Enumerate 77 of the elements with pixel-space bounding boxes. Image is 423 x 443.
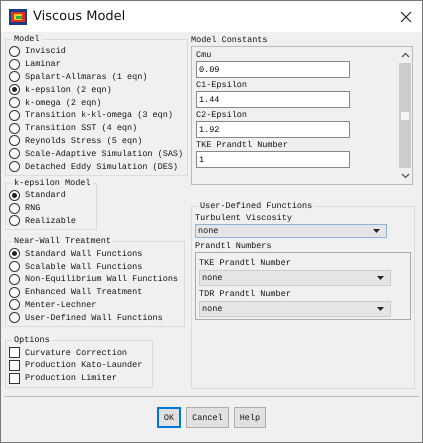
window-title: Viscous Model	[33, 9, 126, 24]
radio-button[interactable]	[9, 312, 20, 324]
app-icon	[9, 8, 27, 24]
dropdown-arrow-icon	[373, 229, 380, 233]
field-label: Cmu	[196, 50, 212, 60]
field-label: TKE Prandtl Number	[199, 257, 292, 270]
radio-label[interactable]: Spalart-Allmaras (1 eqn)	[25, 72, 148, 82]
radio-label[interactable]: Transition k-kl-omega (3 eqn)	[25, 110, 173, 120]
radio-label[interactable]: Scale-Adaptive Simulation (SAS)	[25, 148, 184, 159]
group-title: k-epsilon Model	[13, 178, 92, 189]
dialog-button[interactable]: Help	[234, 407, 266, 428]
checkbox[interactable]	[9, 347, 20, 358]
radio-button[interactable]	[9, 299, 20, 310]
radio-button[interactable]	[9, 286, 20, 298]
dropdown[interactable]: none	[199, 301, 391, 317]
input-field[interactable]: 1.44	[196, 91, 350, 108]
radio-button[interactable]	[9, 110, 20, 121]
radio-label[interactable]: Standard Wall Functions	[25, 248, 142, 259]
group-title: Near-Wall Treatment	[13, 236, 112, 248]
radio-button[interactable]	[9, 122, 20, 134]
field-label: TDR Prandtl Number	[199, 288, 292, 301]
radio-label[interactable]: Realizable	[25, 216, 76, 226]
radio-label[interactable]: Enhanced Wall Treatment	[25, 287, 142, 298]
input-field[interactable]: 1.92	[196, 121, 350, 138]
radio-button[interactable]	[9, 135, 20, 146]
dropdown-arrow-icon	[377, 307, 384, 311]
field-label: Prandtl Numbers	[195, 240, 273, 252]
radio-button[interactable]	[9, 215, 20, 226]
radio-button[interactable]	[9, 71, 20, 82]
radio-label[interactable]: Detached Eddy Simulation (DES)	[25, 162, 178, 172]
group-title: Options	[13, 335, 51, 346]
group-title: Model	[13, 34, 41, 45]
checkbox-label[interactable]: Production Limiter	[25, 373, 117, 384]
field-label: Turbulent Viscosity	[195, 212, 293, 224]
radio-button[interactable]	[9, 248, 20, 260]
radio-label[interactable]: Non-Equilibrium Wall Functions	[25, 274, 178, 284]
radio-label[interactable]: Menter-Lechner	[25, 300, 96, 310]
input-field[interactable]: 1	[196, 151, 350, 168]
dropdown-arrow-icon	[377, 276, 384, 280]
radio-button[interactable]	[9, 274, 20, 285]
input-field[interactable]: 0.09	[196, 61, 350, 78]
field-label: C2-Epsilon	[196, 110, 248, 120]
radio-label[interactable]: Standard	[25, 190, 66, 200]
radio-button[interactable]	[9, 161, 20, 172]
radio-label[interactable]: User-Defined Wall Functions	[25, 312, 163, 323]
radio-label[interactable]: k-omega (2 eqn)	[25, 98, 102, 108]
radio-label[interactable]: Reynolds Stress (5 eqn)	[25, 136, 142, 146]
field-label: C1-Epsilon	[196, 80, 248, 90]
radio-label[interactable]: Inviscid	[25, 46, 66, 56]
radio-label[interactable]: k-epsilon (2 eqn)	[25, 84, 112, 95]
radio-label[interactable]: Scalable Wall Functions	[25, 262, 142, 272]
group-title: User-Defined Functions	[199, 201, 314, 212]
checkbox-label[interactable]: Production Kato-Launder	[25, 360, 142, 370]
dialog-button[interactable]: Cancel	[186, 407, 229, 428]
radio-label[interactable]: RNG	[25, 203, 40, 214]
radio-button[interactable]	[9, 46, 20, 57]
dropdown[interactable]: none	[195, 224, 387, 238]
checkbox[interactable]	[9, 360, 20, 371]
checkbox[interactable]	[9, 372, 20, 384]
chevron-up-icon[interactable]	[400, 52, 410, 58]
radio-button[interactable]	[9, 148, 20, 160]
radio-button[interactable]	[9, 97, 20, 108]
checkbox-label[interactable]: Curvature Correction	[25, 348, 128, 358]
radio-button[interactable]	[9, 58, 20, 70]
radio-label[interactable]: Laminar	[25, 59, 61, 70]
close-icon[interactable]	[400, 10, 412, 22]
dialog-button[interactable]: OK	[156, 407, 182, 428]
scrollbar-thumb[interactable]	[399, 63, 411, 168]
radio-button[interactable]	[9, 202, 20, 214]
radio-button[interactable]	[9, 261, 20, 272]
radio-button[interactable]	[9, 190, 20, 201]
section-title: Model Constants	[191, 35, 269, 46]
radio-label[interactable]: Transition SST (4 eqn)	[25, 123, 138, 134]
field-label: TKE Prandtl Number	[196, 140, 289, 150]
chevron-down-icon[interactable]	[400, 173, 410, 179]
radio-button[interactable]	[9, 84, 20, 96]
dropdown[interactable]: none	[199, 270, 391, 286]
